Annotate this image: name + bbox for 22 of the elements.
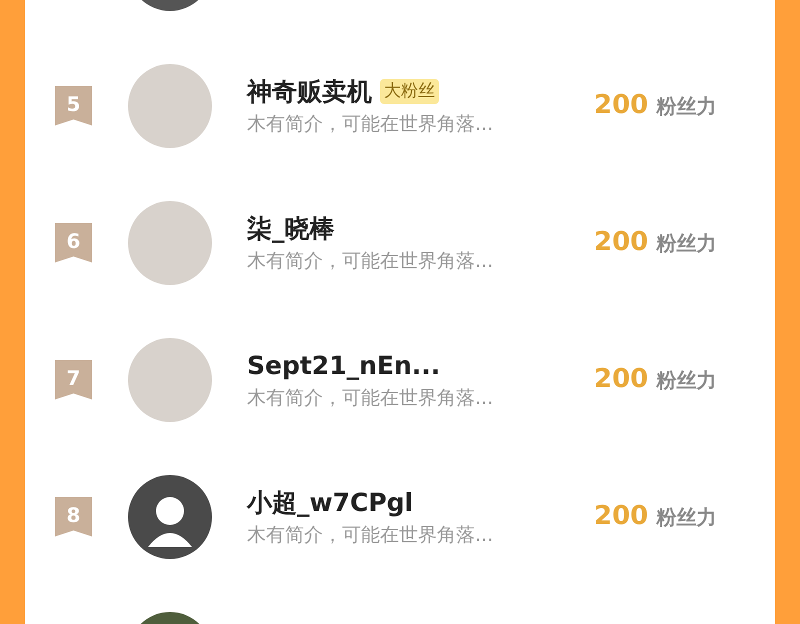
fan-power-score: 200 xyxy=(594,500,648,533)
rank-ribbon: 5 xyxy=(55,86,92,126)
user-bio: 木有简介，可能在世界角落... xyxy=(247,112,494,136)
fan-power-unit: 粉丝力 xyxy=(656,93,716,120)
user-name[interactable]: 柒_晓棒 xyxy=(247,210,334,246)
user-name[interactable]: Sept21_nEn... xyxy=(247,348,440,384)
fan-power-unit: 粉丝力 xyxy=(656,367,716,394)
rank-ribbon: 8 xyxy=(55,496,92,536)
default-avatar-icon xyxy=(128,474,212,558)
fan-power-score: 200 xyxy=(594,89,648,122)
fan-power-score: 200 xyxy=(594,363,648,396)
user-name[interactable]: 神奇贩卖机 xyxy=(247,74,372,110)
rank-ribbon: 7 xyxy=(55,360,92,400)
rank-ribbon: 6 xyxy=(55,222,92,262)
user-bio: 木有简介，可能在世界角落... xyxy=(247,248,494,274)
fan-level-tag: 大粉丝 xyxy=(380,78,439,104)
user-name[interactable]: 小超_w7CPgl xyxy=(247,484,414,520)
fan-power-unit: 粉丝力 xyxy=(656,230,716,257)
user-bio: 木有简介，可能在世界角落... xyxy=(247,522,494,548)
fan-power-unit: 粉丝力 xyxy=(656,504,716,531)
fan-power-score: 200 xyxy=(594,226,648,259)
user-bio: 木有简介，可能在世界角落... xyxy=(247,386,494,410)
